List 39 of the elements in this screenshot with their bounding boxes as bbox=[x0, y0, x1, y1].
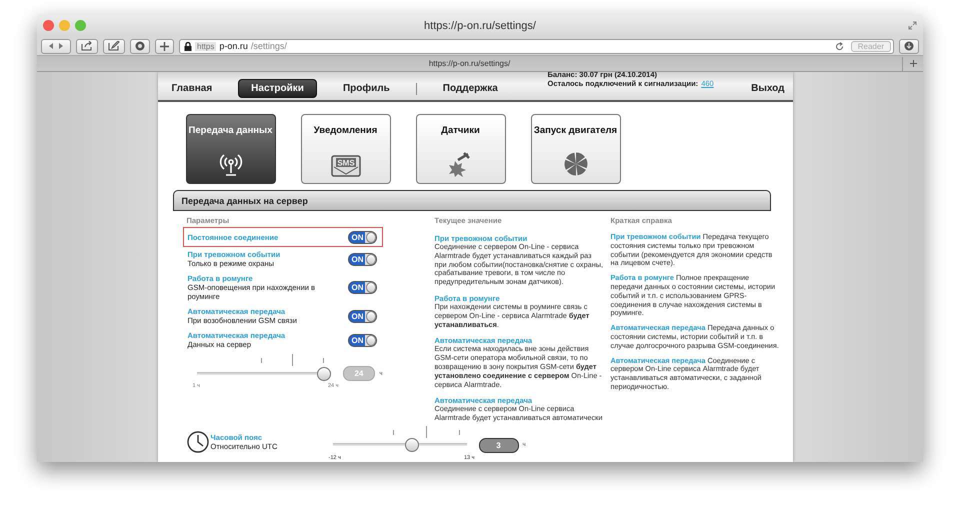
nav-tab[interactable]: Главная bbox=[168, 80, 224, 97]
extension-button[interactable] bbox=[130, 38, 150, 54]
nav-tab[interactable]: Настройки bbox=[238, 79, 317, 98]
toggle-switch[interactable]: ON bbox=[348, 281, 376, 294]
category-tile[interactable]: Запуск двигателя bbox=[530, 114, 620, 184]
fullscreen-icon[interactable] bbox=[908, 21, 917, 30]
share-icon bbox=[81, 41, 93, 51]
nav-tab[interactable]: Профиль bbox=[330, 80, 402, 97]
slider-handle[interactable] bbox=[316, 366, 330, 380]
back-forward-button[interactable] bbox=[41, 38, 71, 54]
plus-icon bbox=[910, 60, 916, 67]
sms-envelope-icon: SMS bbox=[330, 155, 360, 177]
back-forward-icon bbox=[47, 41, 65, 51]
slider-handle[interactable] bbox=[404, 438, 418, 452]
toggle-switch[interactable]: ON bbox=[348, 252, 376, 266]
close-button[interactable] bbox=[43, 20, 54, 31]
category-tile[interactable]: Уведомления SMS bbox=[300, 114, 390, 184]
toggle-switch[interactable]: ON bbox=[348, 230, 376, 244]
category-tile[interactable]: Передача данных bbox=[186, 114, 276, 184]
reload-icon[interactable] bbox=[834, 42, 844, 50]
window-title: https://p-on.ru/settings/ bbox=[424, 20, 536, 32]
share-button[interactable] bbox=[76, 38, 98, 54]
toggle-switch[interactable]: ON bbox=[348, 310, 376, 322]
toggle-switch[interactable]: ON bbox=[348, 334, 376, 346]
lock-icon bbox=[184, 42, 192, 50]
fan-icon bbox=[562, 151, 588, 177]
edit-button[interactable] bbox=[103, 38, 125, 54]
pencil-icon bbox=[108, 41, 120, 51]
ring-icon bbox=[135, 41, 145, 51]
nav-tab[interactable]: Поддержка bbox=[430, 80, 510, 97]
section-header: Передача данных на сервер bbox=[172, 190, 770, 211]
download-icon bbox=[904, 41, 914, 51]
address-field[interactable]: https p-on.ru /settings/ Reader bbox=[179, 38, 894, 54]
logout-link[interactable]: Выход bbox=[739, 80, 784, 97]
clock-icon bbox=[186, 431, 208, 454]
downloads-button[interactable] bbox=[899, 38, 919, 54]
add-button[interactable] bbox=[155, 38, 174, 54]
plus-icon bbox=[160, 42, 169, 50]
category-tile[interactable]: Датчики bbox=[416, 114, 506, 184]
